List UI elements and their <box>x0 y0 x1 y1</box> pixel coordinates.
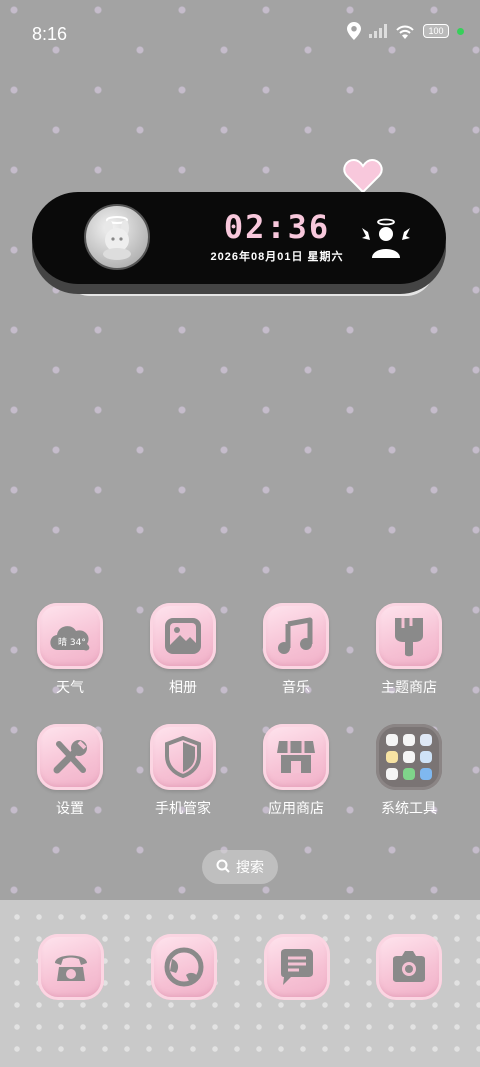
app-app-store[interactable]: 应用商店 <box>246 724 346 818</box>
folder-mini-app-icon <box>403 751 415 763</box>
status-bar: 8:16 100 <box>0 0 480 64</box>
status-time: 8:16 <box>32 24 68 44</box>
app-label-settings: 设置 <box>56 801 84 817</box>
search-label: 搜索 <box>236 859 264 875</box>
weather-text: 晴 34° <box>58 636 86 648</box>
folder-mini-app-icon <box>403 768 415 780</box>
privacy-indicator-dot <box>457 27 464 35</box>
folder-mini-app-icon <box>420 751 432 763</box>
angel-icon <box>362 218 410 265</box>
browser-icon[interactable] <box>151 934 217 1000</box>
app-system-tools-folder[interactable]: 系统工具 <box>359 724 459 818</box>
app-label-weather: 天气 <box>56 680 84 696</box>
app-label-phone-manager: 手机管家 <box>155 801 211 817</box>
phone-icon[interactable] <box>38 934 104 1000</box>
folder-mini-app-icon <box>386 751 398 763</box>
folder-mini-app-icon <box>420 734 432 746</box>
system-tools-folder-icon[interactable] <box>376 724 442 790</box>
phone-manager-icon[interactable] <box>150 724 216 790</box>
widget-time: 02:36 <box>223 208 331 246</box>
settings-icon[interactable] <box>37 724 103 790</box>
music-icon[interactable] <box>263 603 329 669</box>
signal-icon <box>369 24 387 38</box>
theme-store-icon[interactable] <box>376 603 442 669</box>
battery-icon: 100 <box>423 24 449 38</box>
app-music[interactable]: 音乐 <box>246 603 346 697</box>
app-phone-manager[interactable]: 手机管家 <box>133 724 233 818</box>
clock-widget[interactable]: 02:36 2026年08月01日 星期六 <box>32 192 446 284</box>
search-icon <box>216 859 230 876</box>
search-button[interactable]: 搜索 <box>202 850 278 884</box>
bunny-avatar <box>84 204 150 270</box>
app-settings[interactable]: 设置 <box>20 724 120 818</box>
app-label-theme-store: 主题商店 <box>381 680 437 696</box>
app-weather[interactable]: 晴 34° 天气 <box>20 603 120 697</box>
gallery-icon[interactable] <box>150 603 216 669</box>
app-label-system-tools: 系统工具 <box>381 801 437 817</box>
widget-date: 2026年08月01日 星期六 <box>210 251 344 263</box>
location-icon <box>347 22 361 40</box>
status-icons: 100 <box>347 22 464 40</box>
app-store-icon[interactable] <box>263 724 329 790</box>
camera-icon[interactable] <box>376 934 442 1000</box>
app-label-music: 音乐 <box>282 680 310 696</box>
app-gallery[interactable]: 相册 <box>133 603 233 697</box>
wifi-icon <box>395 24 415 39</box>
app-label-app-store: 应用商店 <box>268 801 324 817</box>
messages-icon[interactable] <box>264 934 330 1000</box>
folder-mini-app-icon <box>386 734 398 746</box>
app-theme-store[interactable]: 主题商店 <box>359 603 459 697</box>
folder-mini-app-icon <box>386 768 398 780</box>
dock <box>0 900 480 1067</box>
weather-icon[interactable]: 晴 34° <box>37 603 103 669</box>
app-label-gallery: 相册 <box>169 680 197 696</box>
folder-mini-app-icon <box>420 768 432 780</box>
folder-mini-app-icon <box>403 734 415 746</box>
